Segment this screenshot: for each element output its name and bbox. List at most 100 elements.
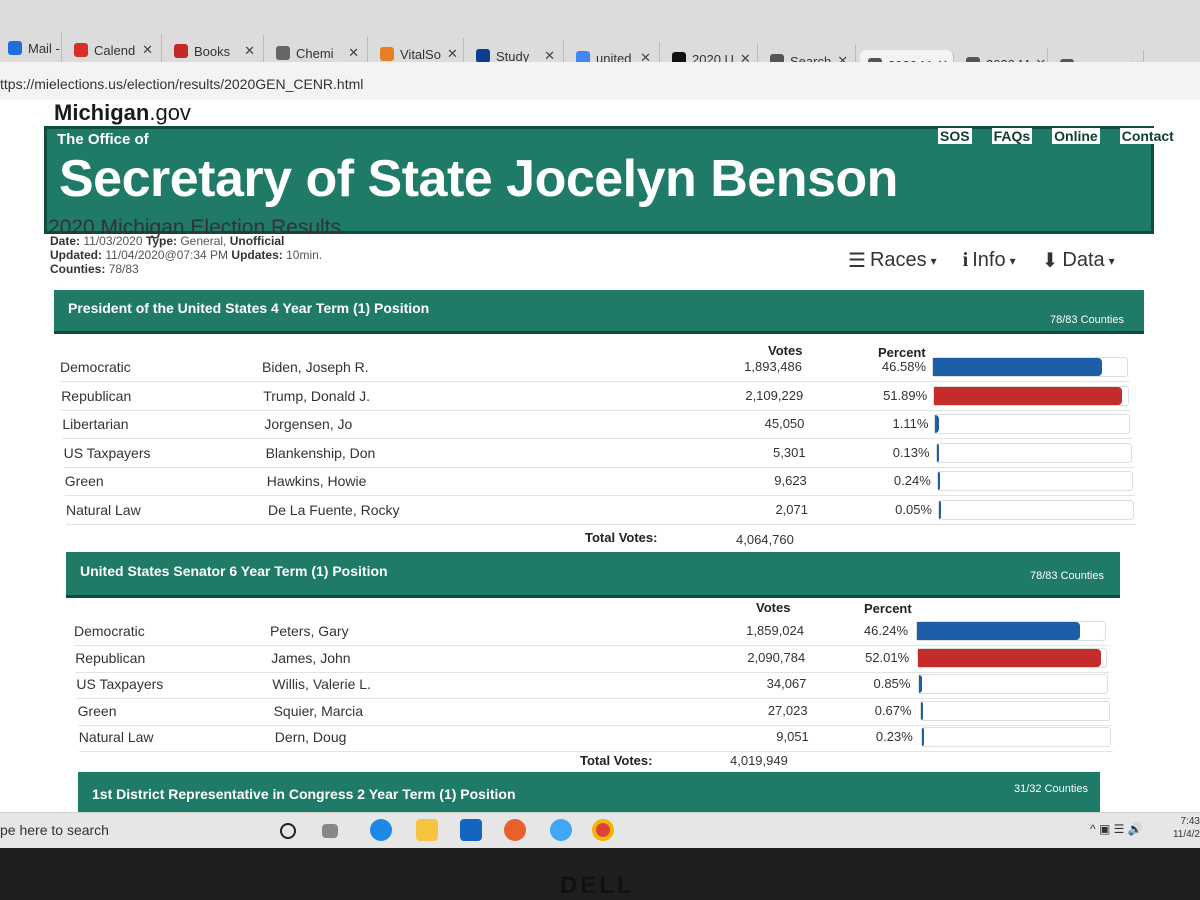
party-name: Natural Law bbox=[66, 501, 141, 518]
chrome-icon[interactable] bbox=[592, 819, 614, 841]
vote-count: 2,090,784 bbox=[747, 649, 806, 665]
percent-bar-fill bbox=[921, 728, 924, 746]
race-title: United States Senator 6 Year Term (1) Po… bbox=[80, 563, 388, 579]
candidate-name: Squier, Marcia bbox=[273, 702, 364, 719]
vote-percent: 46.24% bbox=[863, 623, 908, 638]
total-votes-value: 4,019,949 bbox=[730, 753, 788, 768]
vote-count: 1,859,024 bbox=[746, 623, 804, 638]
race-header-congress[interactable]: 1st District Representative in Congress … bbox=[78, 772, 1100, 812]
clock[interactable]: 7:43 11/4/2 bbox=[1168, 815, 1200, 841]
close-tab-icon[interactable]: ✕ bbox=[447, 46, 458, 62]
vote-count: 5,301 bbox=[773, 444, 806, 460]
top-nav: SOS FAQs Online Contact bbox=[938, 128, 1176, 144]
result-row: Natural Law Dern, Doug 9,051 0.23% bbox=[78, 724, 1113, 752]
vote-count: 45,050 bbox=[764, 416, 805, 431]
percent-column-header: Percent bbox=[864, 601, 912, 616]
close-tab-icon[interactable]: ✕ bbox=[142, 42, 153, 58]
result-row: Natural Law De La Fuente, Rocky 2,071 0.05% bbox=[66, 497, 1136, 525]
updates-value: 10min. bbox=[286, 248, 323, 262]
candidate-name: Hawkins, Howie bbox=[266, 473, 367, 489]
party-name: US Taxpayers bbox=[76, 676, 164, 692]
percent-bar-fill bbox=[917, 622, 1080, 640]
percent-bar-fill bbox=[933, 358, 1102, 376]
chevron-down-icon: ▾ bbox=[1108, 253, 1115, 268]
edge-icon[interactable] bbox=[370, 819, 392, 841]
close-tab-icon[interactable]: ✕ bbox=[348, 45, 359, 61]
nav-faqs[interactable]: FAQs bbox=[991, 128, 1033, 144]
firefox-icon[interactable] bbox=[504, 819, 526, 841]
percent-bar-fill bbox=[934, 386, 1123, 405]
candidate-name: James, John bbox=[271, 649, 351, 666]
vote-percent: 0.13% bbox=[892, 444, 930, 460]
party-name: Republican bbox=[61, 387, 132, 404]
vote-count: 27,023 bbox=[767, 702, 808, 718]
percent-bar-fill bbox=[935, 415, 940, 433]
nav-contact[interactable]: Contact bbox=[1119, 128, 1176, 144]
race-counties: 78/83 Counties bbox=[1030, 570, 1104, 582]
vote-percent: 0.23% bbox=[875, 729, 913, 744]
mail-icon[interactable] bbox=[460, 819, 482, 841]
vote-percent: 0.05% bbox=[895, 501, 932, 517]
clock-date: 11/4/2 bbox=[1172, 829, 1200, 840]
info-menu[interactable]: i Info ▾ bbox=[963, 248, 1016, 273]
candidate-name: Jorgensen, Jo bbox=[264, 416, 353, 432]
percent-bar-track bbox=[916, 621, 1106, 641]
party-name: Natural Law bbox=[78, 729, 154, 745]
system-tray-icons[interactable]: ^ ▣ ☰ 🔊 bbox=[1090, 822, 1143, 836]
tab-favicon-icon bbox=[476, 49, 490, 63]
close-tab-icon[interactable]: ✕ bbox=[244, 43, 255, 59]
browser-tab[interactable]: Mail - ✕ bbox=[0, 32, 62, 64]
michigan-gov-logo[interactable]: Michigan.gov bbox=[54, 100, 191, 126]
percent-bar-fill bbox=[939, 500, 941, 519]
list-icon: ☰ bbox=[848, 250, 866, 272]
percent-bar-track bbox=[917, 647, 1108, 668]
race-title: President of the United States 4 Year Te… bbox=[68, 300, 430, 316]
url-text[interactable]: ttps://mielections.us/election/results/2… bbox=[0, 76, 363, 92]
total-votes-label: Total Votes: bbox=[580, 753, 653, 768]
laptop-bezel: DELL bbox=[0, 848, 1200, 900]
percent-bar-fill bbox=[937, 472, 940, 490]
party-name: Republican bbox=[75, 649, 146, 666]
date-value: 11/03/2020 bbox=[83, 234, 143, 248]
race-header-senate[interactable]: United States Senator 6 Year Term (1) Po… bbox=[66, 552, 1120, 598]
results-meta: Date: 11/03/2020 Type: General, Unoffici… bbox=[50, 234, 322, 276]
percent-bar-fill bbox=[918, 648, 1102, 667]
address-bar[interactable]: ttps://mielections.us/election/results/2… bbox=[0, 62, 1200, 102]
race-counties: 31/32 Counties bbox=[1014, 783, 1088, 795]
logo-gov-text: .gov bbox=[149, 100, 191, 125]
page-title: Secretary of State Jocelyn Benson bbox=[59, 150, 898, 208]
status-value: Unofficial bbox=[229, 234, 285, 248]
tab-favicon-icon bbox=[8, 41, 22, 55]
data-menu[interactable]: ⬇ Data ▾ bbox=[1042, 248, 1115, 273]
result-row: Republican Trump, Donald J. 2,109,229 51.89… bbox=[61, 383, 1132, 411]
windows-taskbar: pe here to search ^ ▣ ☰ 🔊 7:43 11/4/2 bbox=[0, 812, 1200, 848]
data-label: Data bbox=[1062, 249, 1105, 271]
tab-label: VitalSo bbox=[400, 46, 441, 62]
download-icon: ⬇ bbox=[1041, 250, 1059, 272]
race-header-president[interactable]: President of the United States 4 Year Te… bbox=[54, 290, 1144, 334]
candidate-name: Trump, Donald J. bbox=[263, 387, 371, 404]
file-explorer-icon[interactable] bbox=[416, 819, 438, 841]
chevron-down-icon: ▾ bbox=[930, 253, 937, 268]
result-row: Green Hawkins, Howie 9,623 0.24% bbox=[64, 468, 1135, 496]
updated-label: Updated: bbox=[50, 248, 102, 262]
percent-bar-track bbox=[920, 727, 1111, 747]
vote-percent: 52.01% bbox=[865, 649, 910, 665]
nav-sos[interactable]: SOS bbox=[938, 128, 972, 144]
percent-bar-track bbox=[918, 674, 1109, 694]
cortana-icon[interactable] bbox=[280, 823, 296, 839]
candidate-name: Peters, Gary bbox=[270, 623, 349, 639]
percent-bar-fill bbox=[919, 675, 923, 693]
vote-percent: 1.11% bbox=[892, 416, 929, 431]
counties-value: 78/83 bbox=[108, 262, 139, 276]
percent-bar-track bbox=[933, 385, 1130, 406]
races-menu[interactable]: ☰ Races ▾ bbox=[848, 248, 937, 273]
task-view-icon[interactable] bbox=[322, 824, 338, 838]
percent-bar-track bbox=[934, 414, 1131, 434]
taskbar-search[interactable]: pe here to search bbox=[0, 822, 109, 838]
internet-explorer-icon[interactable] bbox=[550, 819, 572, 841]
nav-online[interactable]: Online bbox=[1052, 128, 1100, 144]
vote-count: 1,893,486 bbox=[744, 359, 802, 374]
percent-bar-track bbox=[938, 499, 1134, 520]
tab-favicon-icon bbox=[276, 46, 290, 60]
